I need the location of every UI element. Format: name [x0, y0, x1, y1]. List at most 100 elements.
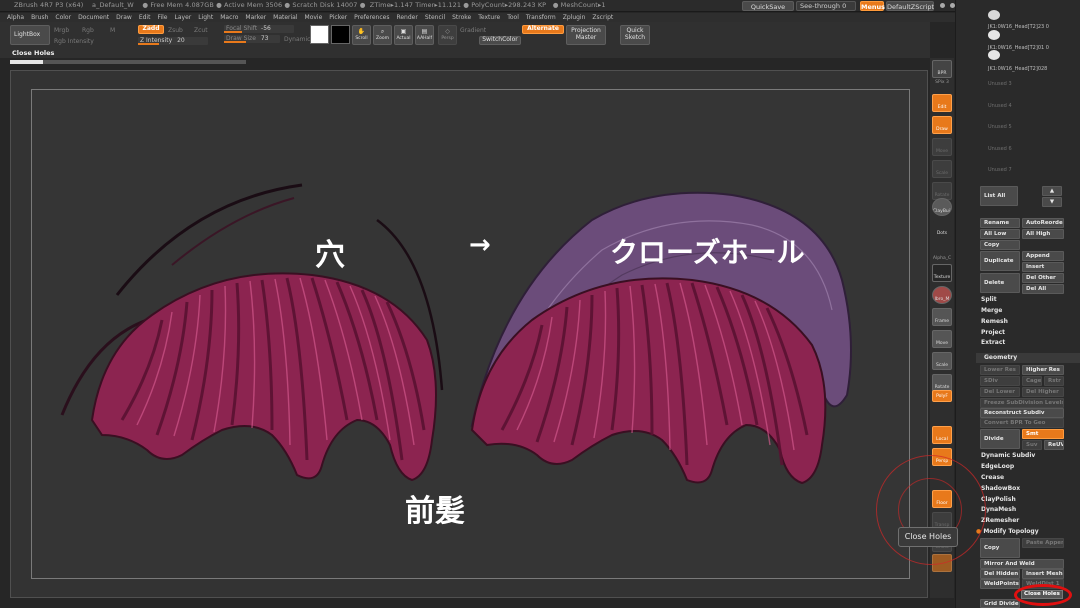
convert-bpr-button[interactable]: Convert BPR To Geo — [980, 418, 1064, 428]
extract-menu[interactable]: Extract — [981, 339, 1005, 346]
cage-button[interactable]: Cage — [1022, 376, 1042, 386]
list-all-button[interactable]: List All — [980, 186, 1018, 206]
arrow-down-icon[interactable]: ▼ — [1042, 197, 1062, 207]
rgb-intensity-slider[interactable]: Rgb Intensity — [54, 38, 94, 45]
projection-master-button[interactable]: Projection Master — [566, 25, 606, 45]
mrgb-toggle[interactable]: Mrgb — [54, 27, 69, 34]
zsub-toggle[interactable]: Zsub — [168, 27, 183, 34]
alternate-toggle[interactable]: Alternate — [522, 25, 564, 34]
edit-button[interactable]: Edit — [932, 94, 952, 112]
rgb-toggle[interactable]: Rgb — [82, 27, 94, 34]
menu-light[interactable]: Light — [198, 13, 213, 22]
crease-menu[interactable]: Crease — [981, 474, 1004, 481]
alpha-label[interactable]: Alpha_C — [930, 256, 954, 261]
scale-mode-button[interactable]: Scale — [932, 160, 952, 178]
polyframe-button[interactable]: PolyF — [932, 390, 952, 402]
scroll-button[interactable]: ✋ Scroll — [352, 25, 371, 45]
z-intensity-slider[interactable]: Z Intensity 20 — [138, 37, 208, 45]
copy-topology-button[interactable]: Copy — [980, 538, 1020, 558]
menu-transform[interactable]: Transform — [526, 13, 556, 22]
modify-topology-menu[interactable]: ● Modify Topology — [976, 528, 1039, 535]
remesh-menu[interactable]: Remesh — [981, 318, 1008, 325]
menu-stencil[interactable]: Stencil — [425, 13, 445, 22]
switchcolor-button[interactable]: SwitchColor — [479, 36, 521, 45]
move-view-button[interactable]: Move — [932, 330, 952, 348]
menu-alpha[interactable]: Alpha — [7, 13, 24, 22]
sdiv-slider[interactable]: SDiv — [980, 376, 1020, 386]
zcut-toggle[interactable]: Zcut — [194, 27, 208, 34]
del-hidden-button[interactable]: Del Hidden — [980, 569, 1020, 579]
zadd-toggle[interactable]: Zadd — [138, 25, 164, 34]
menu-stroke[interactable]: Stroke — [452, 13, 471, 22]
reuv-toggle[interactable]: ReUV — [1044, 440, 1064, 450]
subtool-unused[interactable]: Unused 7 — [988, 167, 1012, 173]
lightbox-button[interactable]: LightBox — [10, 25, 50, 45]
all-low-button[interactable]: All Low — [980, 229, 1020, 239]
m-toggle[interactable]: M — [110, 27, 115, 34]
zremesher-menu[interactable]: ZRemesher — [981, 517, 1019, 524]
document-canvas[interactable]: 穴 → クローズホール 前髪 — [10, 70, 928, 598]
menu-draw[interactable]: Draw — [116, 13, 132, 22]
local-button[interactable]: Local — [932, 426, 952, 444]
zoom-button[interactable]: ⌕ Zoom — [373, 25, 392, 45]
menu-layer[interactable]: Layer — [175, 13, 192, 22]
menu-zplugin[interactable]: Zplugin — [563, 13, 586, 22]
menu-color[interactable]: Color — [55, 13, 71, 22]
insert-button[interactable]: Insert — [1022, 262, 1064, 272]
window-dot-icon[interactable] — [940, 3, 945, 8]
frame-button[interactable]: Frame — [932, 308, 952, 326]
smt-toggle[interactable]: Smt — [1022, 429, 1064, 439]
aahalf-button[interactable]: ▤ AAHalf — [415, 25, 434, 45]
all-high-button[interactable]: All High — [1022, 229, 1064, 239]
paste-append-button[interactable]: Paste Append — [1022, 538, 1064, 548]
menu-tool[interactable]: Tool — [507, 13, 519, 22]
dynamic-toggle[interactable]: Dynamic — [284, 36, 310, 43]
subtool-item[interactable]: JK1:0W16_Head[T2]01 0 — [988, 45, 1049, 51]
arrow-up-icon[interactable]: ▲ — [1042, 186, 1062, 196]
material-button[interactable]: Jbro_M — [932, 286, 952, 304]
del-higher-button[interactable]: Del Higher — [1022, 387, 1064, 397]
dynamesh-menu[interactable]: DynaMesh — [981, 506, 1016, 513]
actual-button[interactable]: ▣ Actual — [394, 25, 413, 45]
bpr-button[interactable]: BPR — [932, 60, 952, 78]
split-menu[interactable]: Split — [981, 296, 997, 303]
divide-button[interactable]: Divide — [980, 429, 1020, 449]
gradient-toggle[interactable]: Gradient — [460, 27, 486, 34]
menus-button[interactable]: Menus — [860, 1, 885, 11]
menu-movie[interactable]: Movie — [305, 13, 323, 22]
project-menu[interactable]: Project — [981, 329, 1005, 336]
freeze-subdivision-button[interactable]: Freeze SubDivision Levels — [980, 398, 1064, 408]
rstr-button[interactable]: Rstr — [1044, 376, 1064, 386]
claybuildup-brush-button[interactable]: ClayBuil — [932, 198, 952, 216]
default-zscript-button[interactable]: DefaultZScript — [886, 1, 934, 11]
rename-button[interactable]: Rename — [980, 218, 1020, 228]
menu-document[interactable]: Document — [78, 13, 109, 22]
subtool-unused[interactable]: Unused 5 — [988, 124, 1012, 130]
menu-preferences[interactable]: Preferences — [354, 13, 389, 22]
edgeloop-menu[interactable]: EdgeLoop — [981, 463, 1014, 470]
persp-button[interactable]: ◇ Persp — [438, 25, 457, 45]
duplicate-button[interactable]: Duplicate — [980, 251, 1020, 271]
subtool-item[interactable]: JK1:0W16_Head[T2]028 — [988, 66, 1047, 72]
delete-button[interactable]: Delete — [980, 273, 1020, 293]
del-other-button[interactable]: Del Other — [1022, 273, 1064, 283]
menu-edit[interactable]: Edit — [139, 13, 151, 22]
draw-size-slider[interactable]: Draw Size 73 — [224, 35, 280, 43]
menu-macro[interactable]: Macro — [220, 13, 238, 22]
main-color-swatch[interactable] — [310, 25, 329, 44]
copy-button[interactable]: Copy — [980, 240, 1020, 250]
menu-texture[interactable]: Texture — [478, 13, 500, 22]
dots-stroke-button[interactable]: Dots — [932, 220, 952, 238]
quick-sketch-button[interactable]: Quick Sketch — [620, 25, 650, 45]
grid-divide-button[interactable]: Grid Divide — [980, 599, 1020, 608]
shadowbox-menu[interactable]: ShadowBox — [981, 485, 1020, 492]
menu-zscript[interactable]: Zscript — [592, 13, 613, 22]
reconstruct-subdiv-button[interactable]: Reconstruct Subdiv — [980, 408, 1064, 418]
secondary-color-swatch[interactable] — [331, 25, 350, 44]
append-button[interactable]: Append — [1022, 251, 1064, 261]
subtool-unused[interactable]: Unused 4 — [988, 103, 1012, 109]
menu-brush[interactable]: Brush — [31, 13, 48, 22]
move-mode-button[interactable]: Move — [932, 138, 952, 156]
higher-res-button[interactable]: Higher Res — [1022, 365, 1064, 375]
menu-file[interactable]: File — [157, 13, 167, 22]
